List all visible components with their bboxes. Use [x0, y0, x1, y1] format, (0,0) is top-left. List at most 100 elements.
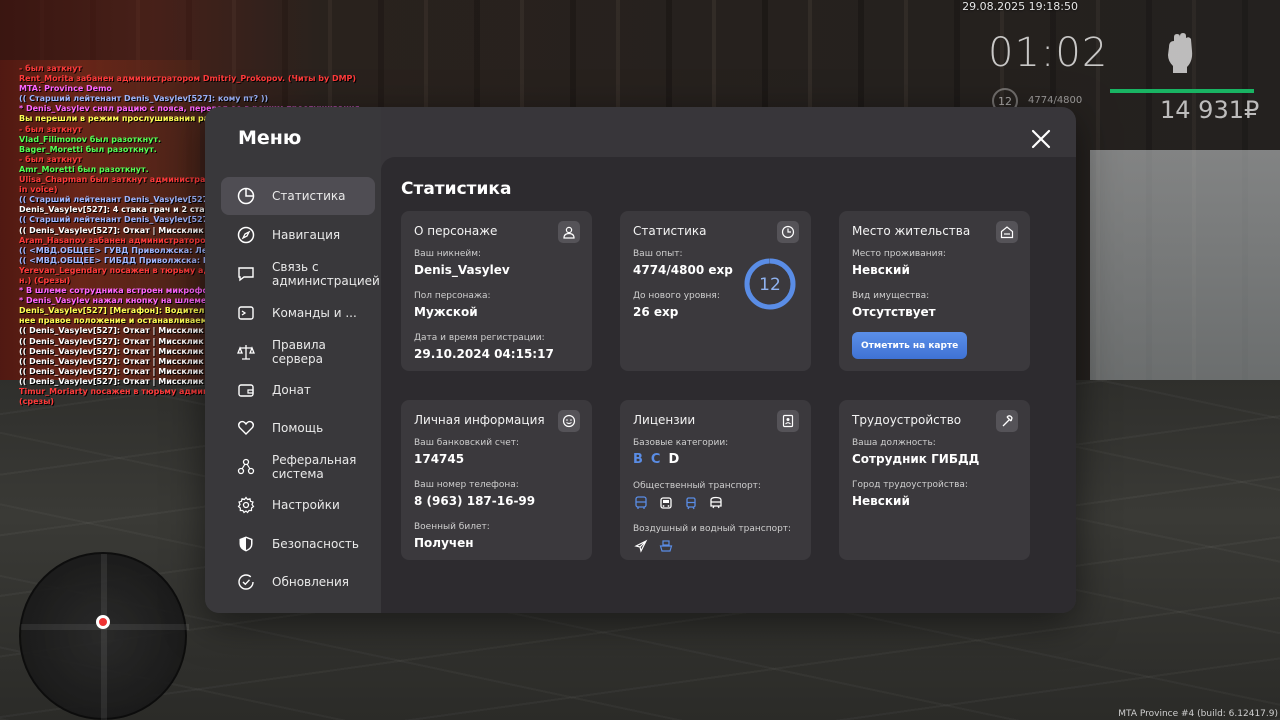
property-value: Отсутствует [852, 305, 936, 319]
compass-icon [237, 226, 255, 244]
license-category-b: B [633, 452, 643, 467]
property-label: Вид имущества: [852, 291, 930, 301]
position-label: Ваша должность: [852, 438, 936, 448]
level-progress-ring: 12 [744, 258, 796, 310]
wallet-icon [237, 381, 255, 399]
bank-label: Ваш банковский счет: [414, 438, 520, 448]
referral-icon [237, 458, 255, 476]
card-title: Личная информация [414, 413, 545, 427]
nickname-label: Ваш никнейм: [414, 249, 482, 259]
nav-item-updates[interactable]: Обновления [221, 563, 375, 601]
heart-icon [237, 419, 255, 437]
scales-icon [237, 343, 255, 361]
hammer-icon [996, 410, 1018, 432]
hud-money: 14 931₽ [1160, 96, 1260, 124]
menu-sidebar: Меню Статистика Навигация Связь с админи… [205, 107, 381, 613]
card-title: Трудоустройство [852, 413, 962, 427]
trolleybus-icon [658, 495, 674, 511]
residence-place-value: Невский [852, 263, 910, 277]
card-title: Лицензии [633, 413, 696, 427]
nav-item-rules[interactable]: Правила сервера [221, 333, 375, 371]
player-marker-icon [96, 615, 110, 629]
minimap [19, 552, 189, 720]
nav-label: Донат [272, 383, 311, 397]
smile-icon [558, 410, 580, 432]
military-value: Получен [414, 536, 474, 550]
nav-item-admin-contact[interactable]: Связь с администрацией [221, 255, 380, 293]
nav-item-referral[interactable]: Реферальная система [221, 448, 375, 486]
license-category-d: D [668, 452, 680, 467]
tram-icon [683, 495, 699, 511]
chat-line: (( Старший лейтенант Denis_Vasylev[527]:… [19, 94, 269, 104]
nav-item-settings[interactable]: Настройки [221, 486, 375, 524]
air-water-transport-label: Воздушный и водный транспорт: [633, 524, 792, 534]
boat-icon [658, 538, 674, 554]
card-title: О персонаже [414, 224, 498, 238]
nav-label: Связь с администрацией [272, 260, 380, 288]
house-icon [996, 221, 1018, 243]
nav-item-commands[interactable]: Команды и ... [221, 294, 375, 332]
fist-icon [1168, 33, 1193, 73]
card-personal: Личная информация Ваш банковский счет: 1… [401, 400, 592, 560]
air-water-transport-icons [633, 538, 798, 554]
bus-icon [633, 495, 649, 511]
nav-item-help[interactable]: Помощь [221, 409, 375, 447]
nav-item-navigation[interactable]: Навигация [221, 216, 375, 254]
nav-label: Навигация [272, 228, 341, 242]
chat-line: MTA: Province Demo [19, 84, 112, 94]
base-categories: B C D [633, 452, 798, 467]
card-title: Статистика [633, 224, 707, 238]
level-value: 12 [759, 275, 781, 295]
job-city-value: Невский [852, 494, 910, 508]
card-character: О персонаже Ваш никнейм: Denis_Vasylev П… [401, 211, 592, 371]
person-icon [558, 221, 580, 243]
hud-exp: 4774/4800 [1028, 95, 1083, 106]
build-info: MTA Province #4 (build: 6.12417.9) [1118, 709, 1278, 719]
mark-on-map-button[interactable]: Отметить на карте [852, 332, 968, 359]
card-licenses: Лицензии Базовые категории: B C D Общест… [620, 400, 811, 560]
clock-icon [777, 221, 799, 243]
public-transport-icons [633, 495, 798, 511]
card-title: Место жительства [852, 224, 971, 238]
command-icon [237, 304, 255, 322]
pie-chart-icon [237, 187, 255, 205]
license-category-c: C [650, 452, 661, 467]
hud-datetime: 29.08.2025 19:18:50 [962, 0, 1078, 13]
position-value: Сотрудник ГИБДД [852, 452, 980, 466]
nav-label: Статистика [272, 189, 346, 203]
menu-window: Меню Статистика Навигация Связь с админи… [205, 107, 1076, 613]
sex-value: Мужской [414, 305, 478, 319]
bank-value: 174745 [414, 452, 465, 466]
update-icon [237, 573, 255, 591]
hud-health-bar [1110, 89, 1254, 93]
base-categories-label: Базовые категории: [633, 438, 729, 448]
nav-label: Настройки [272, 498, 340, 512]
job-city-label: Город трудоустройства: [852, 480, 968, 490]
nav-label: Команды и ... [272, 306, 357, 320]
sex-label: Пол персонажа: [414, 291, 491, 301]
chat-line: - был заткнут [19, 64, 83, 73]
registration-value: 29.10.2024 04:15:17 [414, 347, 554, 361]
statistics-content: Статистика О персонаже Ваш никнейм: Deni… [381, 157, 1076, 613]
phone-label: Ваш номер телефона: [414, 480, 519, 490]
nav-item-donate[interactable]: Донат [221, 371, 375, 409]
metro-icon [708, 495, 724, 511]
close-button[interactable] [1029, 127, 1053, 151]
phone-value: 8 (963) 187-16-99 [414, 494, 536, 508]
registration-label: Дата и время регистрации: [414, 333, 545, 343]
chat-line: Rent_Morita забанен администратором Dmit… [19, 74, 357, 84]
content-title: Статистика [401, 179, 512, 199]
nav-label: Обновления [272, 575, 350, 589]
public-transport-label: Общественный транспорт: [633, 481, 761, 491]
nav-item-statistics[interactable]: Статистика [221, 177, 375, 215]
nav-label: Реферальная система [272, 453, 357, 481]
airplane-icon [633, 538, 649, 554]
id-card-icon [777, 410, 799, 432]
card-statistics: Статистика Ваш опыт: 4774/4800 exp До но… [620, 211, 811, 371]
chat-icon [237, 265, 255, 283]
nav-item-security[interactable]: Безопасность [221, 525, 375, 563]
gear-icon [237, 496, 255, 514]
nav-label: Правила сервера [272, 338, 326, 366]
hud-clock: 01:02 [988, 30, 1109, 76]
nickname-value: Denis_Vasylev [414, 263, 510, 277]
